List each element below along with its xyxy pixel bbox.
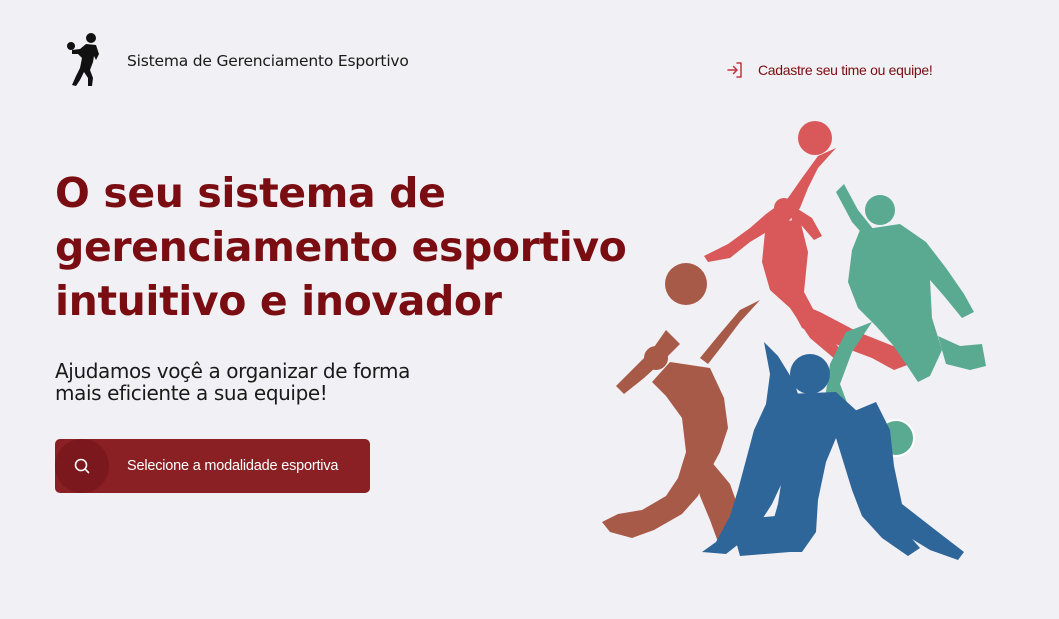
hero-subtitle-line: mais eficiente a sua equipe! (55, 381, 328, 405)
sign-in-arrow-icon (727, 62, 742, 78)
athlete-silhouette-icon (67, 33, 99, 86)
hero-subtitle: Ajudamos voçê a organizar de forma mais … (55, 360, 475, 404)
signup-link[interactable]: Cadastre seu time ou equipe! (726, 61, 933, 79)
select-sport-button[interactable]: Selecione a modalidade esportiva (55, 439, 370, 493)
red-ball (798, 121, 832, 155)
hero-title-line: intuitivo e inovador (55, 277, 502, 325)
hero-title-line: gerenciamento esportivo (55, 223, 627, 271)
volleyball (665, 263, 707, 305)
hero-title-line: O seu sistema de (55, 169, 446, 217)
search-icon (55, 439, 109, 493)
hero-title: O seu sistema de gerenciamento esportivo… (55, 166, 675, 328)
signup-label: Cadastre seu time ou equipe! (758, 62, 933, 78)
hero-subtitle-line: Ajudamos voçê a organizar de forma (55, 359, 410, 383)
select-sport-label: Selecione a modalidade esportiva (127, 458, 339, 474)
sports-players-illustration (602, 121, 986, 560)
brand-title: Sistema de Gerenciamento Esportivo (127, 52, 409, 70)
